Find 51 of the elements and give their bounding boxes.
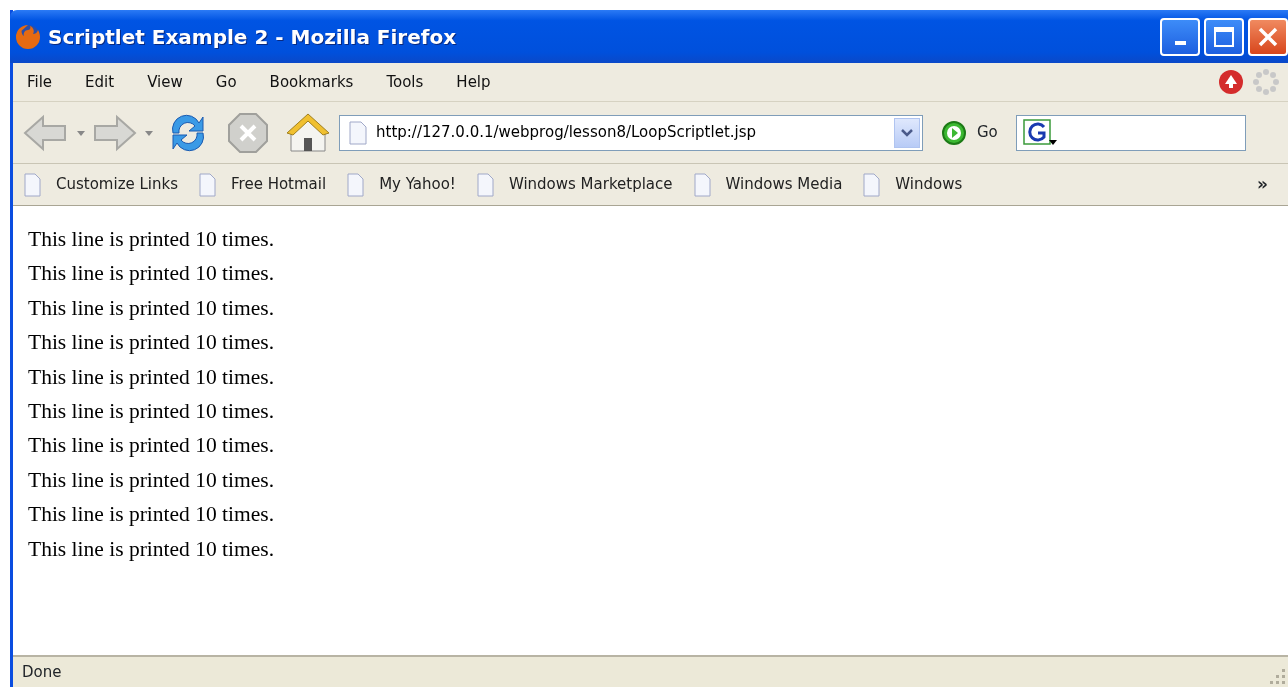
search-engine-icon[interactable] — [1022, 118, 1057, 147]
firefox-logo-icon — [14, 22, 42, 51]
maximize-icon — [1213, 25, 1235, 48]
page-icon — [346, 172, 365, 197]
text-line: This line is printed 10 times. — [28, 433, 275, 458]
bookmark-link[interactable]: Windows Media — [725, 173, 843, 196]
page-icon — [475, 172, 494, 197]
bookmark-link[interactable]: Free Hotmail — [231, 173, 327, 196]
page-icon — [348, 120, 368, 145]
address-input[interactable]: http://127.0.0.1/webprog/lesson8/LoopScriptlet.jsp — [368, 121, 894, 144]
text-line: This line is printed 10 times. — [28, 502, 275, 527]
text-line: This line is printed 10 times. — [28, 364, 275, 389]
update-alert-icon[interactable] — [1218, 69, 1244, 95]
address-field[interactable]: http://127.0.0.1/webprog/lesson8/LoopScriptlet.jsp — [339, 114, 923, 151]
throbber-icon — [1252, 68, 1280, 96]
minimize-icon — [1174, 40, 1186, 45]
menu-item[interactable]: File — [27, 70, 53, 94]
search-field[interactable] — [1015, 114, 1246, 151]
history-dropdown-button[interactable] — [894, 117, 920, 148]
text-line: This line is printed 10 times. — [28, 227, 275, 251]
maximize-button[interactable] — [1204, 17, 1244, 56]
bookmark-link[interactable]: Windows Marketplace — [508, 173, 673, 196]
menu-item[interactable]: Bookmarks — [269, 70, 354, 94]
close-icon — [1257, 25, 1279, 48]
text-line: This line is printed 10 times. — [28, 398, 275, 423]
text-line: This line is printed 10 times. — [28, 330, 275, 355]
menu-item[interactable]: View — [147, 70, 183, 94]
menu-item[interactable]: Tools — [386, 70, 424, 94]
go-icon[interactable] — [941, 119, 967, 146]
stop-icon[interactable] — [227, 111, 269, 154]
text-line: This line is printed 10 times. — [28, 467, 275, 492]
bookmark-link[interactable]: Windows — [895, 173, 963, 196]
page-icon — [23, 172, 41, 197]
text-line: This line is printed 10 times. — [28, 261, 275, 286]
menu-item[interactable]: Go — [215, 70, 237, 94]
text-line: This line is printed 10 times. — [28, 536, 275, 561]
bookmark-link[interactable]: My Yahoo! — [379, 173, 456, 196]
chevron-down-icon — [900, 127, 914, 138]
bookmarks-overflow-button[interactable]: » — [1257, 171, 1268, 198]
bookmark-link[interactable]: Customize Links — [56, 173, 179, 196]
text-line: This line is printed 10 times. — [28, 295, 275, 320]
menu-item[interactable]: Help — [456, 70, 491, 94]
page-icon — [692, 172, 711, 197]
go-button[interactable]: Go — [977, 121, 998, 144]
menu-item[interactable]: Edit — [85, 70, 115, 94]
window-title: Scriptlet Example 2 - Mozilla Firefox — [48, 23, 457, 51]
minimize-button[interactable] — [1160, 17, 1200, 56]
page-icon — [198, 172, 217, 197]
status-text: Done — [22, 661, 62, 683]
page-icon — [862, 172, 881, 197]
close-button[interactable] — [1248, 17, 1288, 56]
